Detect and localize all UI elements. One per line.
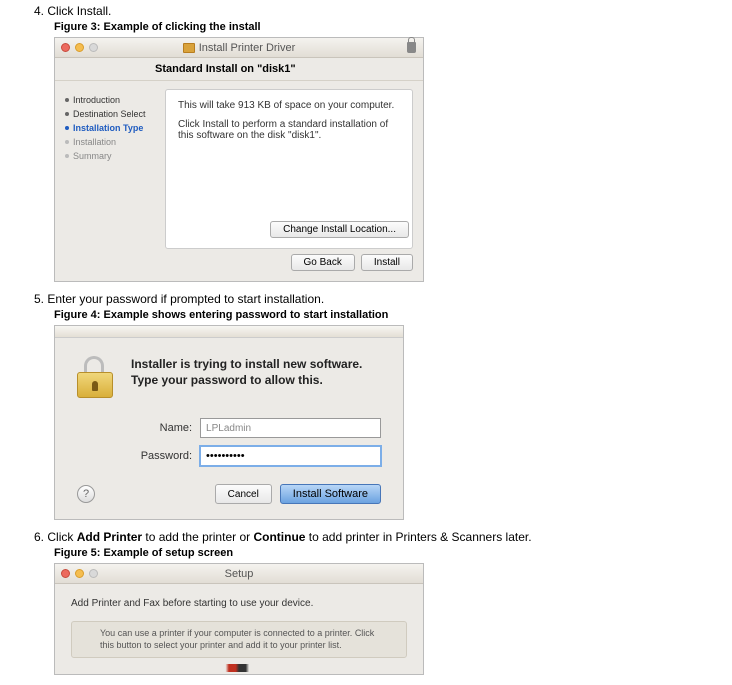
step-number: 4. (34, 4, 44, 18)
sidebar-item-destination: Destination Select (65, 107, 155, 121)
decorative-brushes-icon (71, 664, 407, 672)
lock-large-icon (77, 356, 117, 398)
window-title-text: Setup (225, 568, 254, 580)
titlebar: Install Printer Driver (55, 38, 423, 58)
sidebar-item-installation: Installation (65, 135, 155, 149)
install-button[interactable]: Install (361, 254, 413, 271)
window-title: Setup (55, 568, 423, 580)
step-5: 5. Enter your password if prompted to st… (34, 292, 732, 306)
name-label: Name: (137, 422, 200, 434)
step-text: Click Install. (47, 4, 111, 18)
password-label: Password: (137, 450, 200, 462)
step-6: 6. Click Add Printer to add the printer … (34, 530, 732, 544)
titlebar (55, 326, 403, 338)
figure-5-caption: Figure 5: Example of setup screen (54, 547, 732, 559)
step-number: 5. (34, 292, 44, 306)
lock-icon[interactable] (407, 42, 416, 53)
install-software-button[interactable]: Install Software (280, 484, 381, 504)
name-field[interactable] (200, 418, 381, 438)
install-subheader: Standard Install on "disk1" (55, 58, 423, 81)
sidebar-item-summary: Summary (65, 149, 155, 163)
window-title: Install Printer Driver (55, 42, 423, 54)
change-install-location-button[interactable]: Change Install Location... (270, 221, 409, 238)
setup-note-box: You can use a printer if your computer i… (71, 621, 407, 658)
cancel-button[interactable]: Cancel (215, 484, 272, 504)
step-text: Enter your password if prompted to start… (47, 292, 324, 306)
sidebar-item-introduction: Introduction (65, 93, 155, 107)
step-number: 6. (34, 530, 44, 544)
help-button[interactable]: ? (77, 485, 95, 503)
figure-4-caption: Figure 4: Example shows entering passwor… (54, 309, 732, 321)
setup-headline: Add Printer and Fax before starting to u… (71, 598, 407, 609)
window-title-text: Install Printer Driver (199, 42, 296, 54)
go-back-button[interactable]: Go Back (291, 254, 355, 271)
setup-window: Setup Add Printer and Fax before startin… (54, 563, 424, 675)
step-4: 4. Click Install. (34, 4, 732, 18)
password-prompt-message: Installer is trying to install new softw… (131, 356, 381, 388)
installer-window: Install Printer Driver Standard Install … (54, 37, 424, 282)
password-field[interactable] (200, 446, 381, 466)
install-description: Click Install to perform a standard inst… (178, 119, 400, 141)
titlebar: Setup (55, 564, 423, 584)
package-icon (183, 43, 195, 53)
sidebar-item-installation-type: Installation Type (65, 121, 155, 135)
figure-3-caption: Figure 3: Example of clicking the instal… (54, 21, 732, 33)
password-dialog: Installer is trying to install new softw… (54, 325, 404, 520)
space-required-text: This will take 913 KB of space on your c… (178, 100, 400, 111)
